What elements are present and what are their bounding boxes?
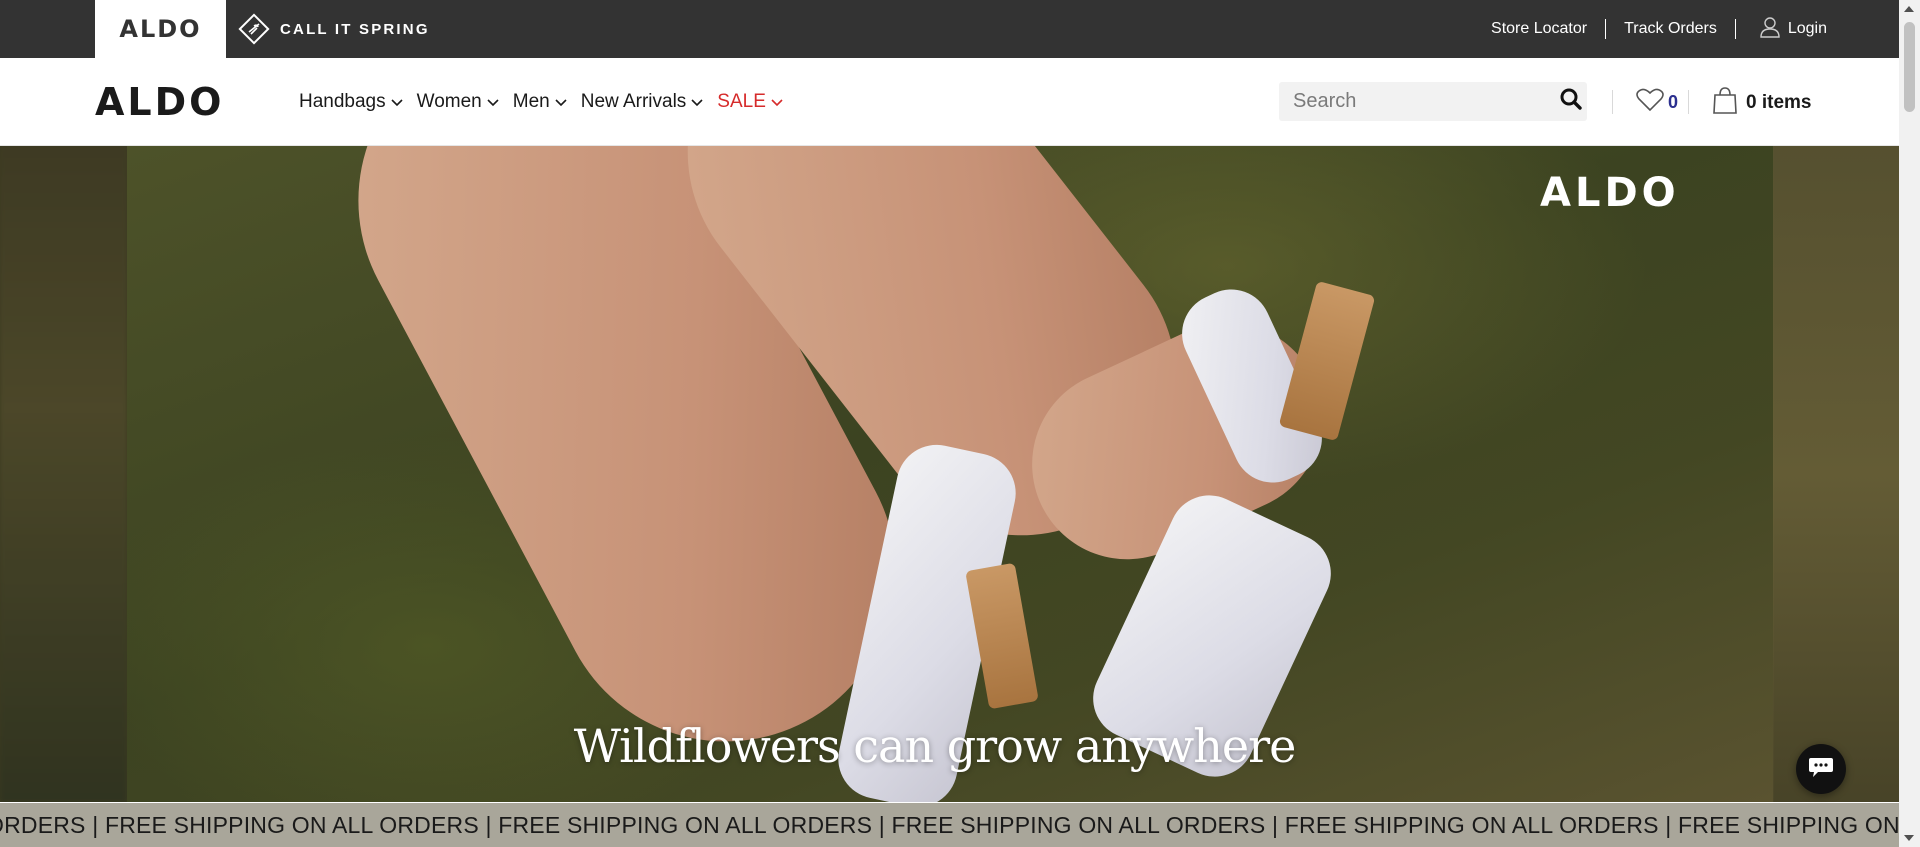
shopping-bag-icon <box>1712 86 1738 120</box>
search-icon[interactable] <box>1560 88 1582 115</box>
divider <box>1612 90 1613 114</box>
nav-label: SALE <box>717 91 766 112</box>
promo-marquee: ORDERS | FREE SHIPPING ON ALL ORDERS | F… <box>0 803 1899 847</box>
divider <box>1605 19 1607 39</box>
nav-item-sale[interactable]: SALE <box>717 91 783 113</box>
chat-button[interactable] <box>1796 744 1846 794</box>
search-input[interactable] <box>1291 89 1560 114</box>
nav-label: New Arrivals <box>580 91 687 112</box>
cart-button[interactable]: 0 items <box>1712 86 1811 120</box>
nav-label: Men <box>512 91 550 112</box>
call-it-spring-logo-icon <box>236 11 272 47</box>
call-it-spring-label: CALL IT SPRING <box>280 20 430 38</box>
chevron-down-icon <box>391 91 403 113</box>
scroll-down-arrow-icon[interactable] <box>1904 835 1914 841</box>
utility-links: Store Locator Track Orders Login <box>1491 0 1827 58</box>
divider <box>1688 90 1689 114</box>
login-link[interactable]: Login <box>1760 16 1827 43</box>
promo-text: ORDERS | FREE SHIPPING ON ALL ORDERS | F… <box>0 811 1899 838</box>
page: ALDO CALL IT SPRING Store Locator Track … <box>0 0 1920 847</box>
nav-item-handbags[interactable]: Handbags <box>299 91 403 113</box>
chevron-down-icon <box>487 91 499 113</box>
user-icon <box>1760 16 1780 43</box>
hero-image <box>127 146 1774 802</box>
wishlist-button[interactable]: 0 <box>1636 88 1678 117</box>
hero-caption: Wildflowers can grow anywhere <box>573 719 1297 773</box>
track-orders-link[interactable]: Track Orders <box>1624 20 1717 38</box>
hero-sandal-heel <box>965 562 1039 710</box>
hero-carousel-next-slide[interactable] <box>1773 146 1899 802</box>
hero-aldo-logo: ALDO <box>1540 170 1680 216</box>
hero-carousel-prev-slide[interactable] <box>0 146 127 802</box>
aldo-logo[interactable]: ALDO <box>95 80 224 124</box>
hero-banner[interactable]: ALDO Wildflowers can grow anywhere <box>0 146 1899 802</box>
main-nav: Handbags Women Men New Arrivals SALE <box>299 58 783 146</box>
login-label: Login <box>1787 20 1827 37</box>
divider <box>1734 19 1736 39</box>
nav-label: Handbags <box>299 91 386 112</box>
chat-icon <box>1808 756 1834 783</box>
main-header: ALDO Handbags Women Men New Arrivals SAL… <box>0 58 1899 146</box>
page-scrollbar[interactable] <box>1899 0 1920 847</box>
nav-item-women[interactable]: Women <box>417 91 499 113</box>
aldo-brand-tab[interactable]: ALDO <box>95 0 226 58</box>
wishlist-count: 0 <box>1668 92 1679 112</box>
store-locator-link[interactable]: Store Locator <box>1491 20 1587 38</box>
cart-label: 0 items <box>1746 92 1812 113</box>
nav-item-men[interactable]: Men <box>513 91 567 113</box>
heart-icon <box>1636 88 1664 117</box>
chevron-down-icon <box>771 91 783 113</box>
scroll-up-arrow-icon[interactable] <box>1904 6 1914 12</box>
nav-item-new-arrivals[interactable]: New Arrivals <box>581 91 704 113</box>
scrollbar-thumb[interactable] <box>1904 22 1915 112</box>
search-bar <box>1279 82 1587 121</box>
nav-label: Women <box>416 91 482 112</box>
chevron-down-icon <box>555 91 567 113</box>
aldo-brand-tab-label: ALDO <box>119 15 202 43</box>
call-it-spring-link[interactable]: CALL IT SPRING <box>236 8 430 50</box>
chevron-down-icon <box>691 91 703 113</box>
utility-bar: ALDO CALL IT SPRING Store Locator Track … <box>0 0 1899 58</box>
